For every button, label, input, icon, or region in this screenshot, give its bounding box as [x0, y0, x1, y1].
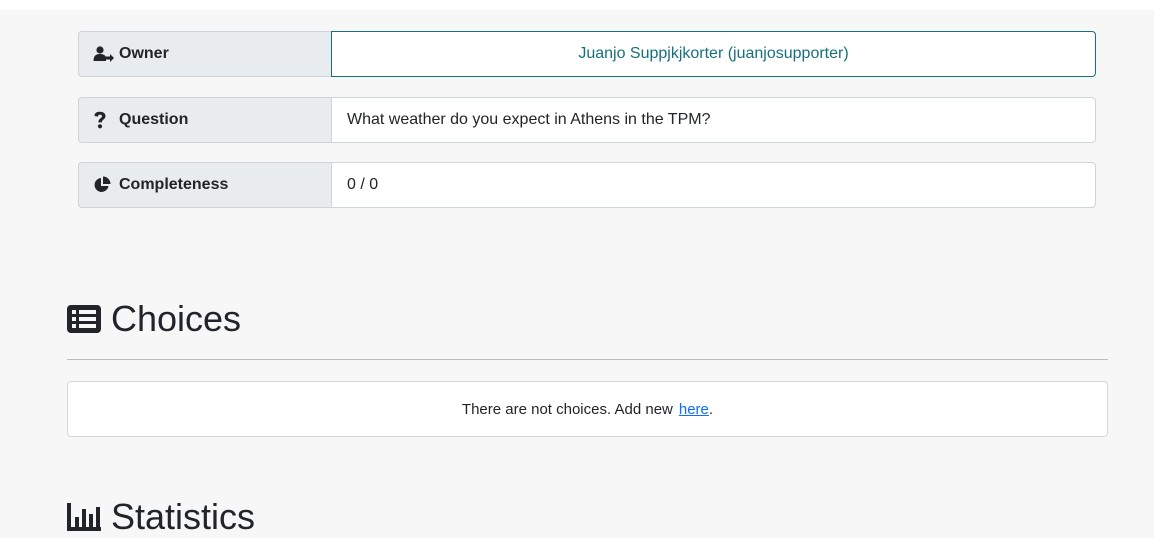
choices-empty-text: There are not choices. Add new [461, 400, 673, 418]
statistics-heading: Statistics [67, 496, 255, 538]
question-label-text: Question [119, 111, 189, 128]
list-icon [67, 305, 101, 333]
owner-link[interactable]: Juanjo Suppjkjkorter (juanjosupporter) [331, 31, 1096, 77]
choices-empty-trailing: . [708, 400, 714, 418]
question-value: What weather do you expect in Athens in … [331, 97, 1096, 143]
user-arrow-icon [93, 46, 115, 62]
question-label: Question [78, 97, 331, 143]
owner-field-row: Owner Juanjo Suppjkjkorter (juanjosuppor… [78, 31, 1096, 77]
statistics-title: Statistics [111, 496, 256, 537]
owner-label: Owner [78, 31, 331, 77]
top-strip [0, 0, 1154, 10]
add-choice-link[interactable]: here [679, 401, 709, 418]
choices-heading: Choices [67, 298, 241, 340]
choices-title: Choices [111, 298, 242, 339]
pie-chart-icon [93, 176, 115, 194]
completeness-field-row: Completeness 0 / 0 [78, 162, 1096, 208]
completeness-label: Completeness [78, 162, 331, 208]
completeness-label-text: Completeness [119, 176, 229, 193]
question-field-row: Question What weather do you expect in A… [78, 97, 1096, 143]
bar-chart-icon [67, 503, 101, 531]
question-mark-icon [93, 111, 115, 129]
choices-empty-card: There are not choices. Add new here . [67, 381, 1108, 437]
section-divider [67, 359, 1108, 360]
completeness-value: 0 / 0 [331, 162, 1096, 208]
owner-label-text: Owner [119, 45, 169, 62]
